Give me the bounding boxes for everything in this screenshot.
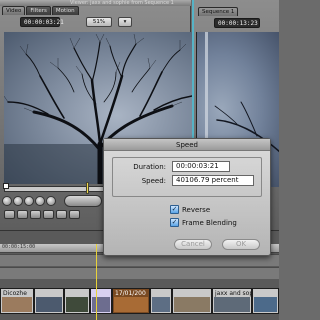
timeline-clip[interactable] xyxy=(64,288,90,314)
tab-filters[interactable]: Filters xyxy=(26,6,51,15)
previous-edit-button[interactable] xyxy=(13,196,23,206)
clip-thumbnail xyxy=(214,297,250,312)
duration-label: Duration: xyxy=(133,163,166,171)
timeline-clip[interactable] xyxy=(172,288,212,314)
viewer-duration-timecode[interactable]: 00:00:03:21 xyxy=(20,17,64,27)
viewer-tabs: Video Filters Motion xyxy=(2,6,79,15)
canvas-timecode[interactable]: 00:00:13:23 xyxy=(214,18,260,28)
timeline-clip[interactable]: jaxx and sophie xyxy=(212,288,252,314)
cancel-button[interactable]: Cancel xyxy=(174,239,212,250)
viewer-zoom-popup[interactable]: 51% xyxy=(86,17,112,27)
play-in-to-out-button[interactable] xyxy=(2,196,12,206)
mark-clip-button[interactable] xyxy=(17,210,28,219)
timeline-clip[interactable]: Dicozhe xyxy=(0,288,34,314)
clip-label: 17/01/200 xyxy=(115,290,146,297)
in-point-marker[interactable] xyxy=(3,183,9,189)
duration-field[interactable]: 00:00:03:21 xyxy=(172,161,230,172)
clip-thumbnail xyxy=(92,297,110,312)
jog-control[interactable] xyxy=(64,195,102,207)
mark-in-button[interactable] xyxy=(56,210,67,219)
viewer-edit-buttons xyxy=(4,210,80,220)
clip-thumbnail xyxy=(174,297,210,312)
ok-button[interactable]: OK xyxy=(222,239,260,250)
mark-out-button[interactable] xyxy=(69,210,80,219)
reverse-label: Reverse xyxy=(182,205,211,214)
clip-thumbnail xyxy=(254,297,277,312)
clip-thumbnail xyxy=(2,297,32,312)
tab-motion[interactable]: Motion xyxy=(51,6,79,15)
clip-thumbnail xyxy=(66,297,88,312)
clip-label: Dicozhe xyxy=(3,290,27,297)
timeline-track-v1 xyxy=(0,267,279,279)
play-button[interactable] xyxy=(24,196,34,206)
timeline-ruler-timecode: 00:00:15:00 xyxy=(2,244,36,250)
timeline-clip[interactable] xyxy=(150,288,172,314)
clip-thumbnail xyxy=(114,297,148,312)
frame-blending-label: Frame Blending xyxy=(182,218,237,227)
viewer-view-popup[interactable]: ▾ xyxy=(118,17,132,27)
add-marker-button[interactable] xyxy=(43,210,54,219)
frame-blending-option[interactable]: ✓ Frame Blending xyxy=(170,218,237,227)
clip-label: jaxx and sophie xyxy=(215,290,251,297)
clip-thumbnail xyxy=(36,297,62,312)
speed-dialog-title: Speed xyxy=(104,139,270,151)
play-around-button[interactable] xyxy=(46,196,56,206)
frame-blending-checkbox[interactable]: ✓ xyxy=(170,218,179,227)
timeline-clip-row: Dicozhe 17/01/200 jaxx and sophie xyxy=(0,288,279,314)
timeline-clip[interactable] xyxy=(252,288,279,314)
reverse-option[interactable]: ✓ Reverse xyxy=(170,205,210,214)
timeline-clip[interactable]: 17/01/200 xyxy=(112,288,150,314)
match-frame-button[interactable] xyxy=(4,210,15,219)
speed-dialog: Speed Duration: 00:00:03:21 Speed: 40106… xyxy=(103,138,271,256)
reverse-checkbox[interactable]: ✓ xyxy=(170,205,179,214)
speed-field[interactable]: 40106.79 percent xyxy=(172,175,254,186)
timeline-playhead[interactable] xyxy=(96,244,97,320)
viewer-playhead-handle[interactable] xyxy=(86,182,89,194)
viewer-title: Viewer: jaxx and sophie from Sequence 1 xyxy=(70,0,174,6)
timeline-clip[interactable] xyxy=(90,288,112,314)
tab-video[interactable]: Video xyxy=(2,6,26,15)
speed-label: Speed: xyxy=(141,177,166,185)
add-keyframe-button[interactable] xyxy=(30,210,41,219)
clip-thumbnail xyxy=(152,297,170,312)
next-edit-button[interactable] xyxy=(35,196,45,206)
tab-sequence-1[interactable]: Sequence 1 xyxy=(198,7,239,16)
timeline-clip[interactable] xyxy=(34,288,64,314)
